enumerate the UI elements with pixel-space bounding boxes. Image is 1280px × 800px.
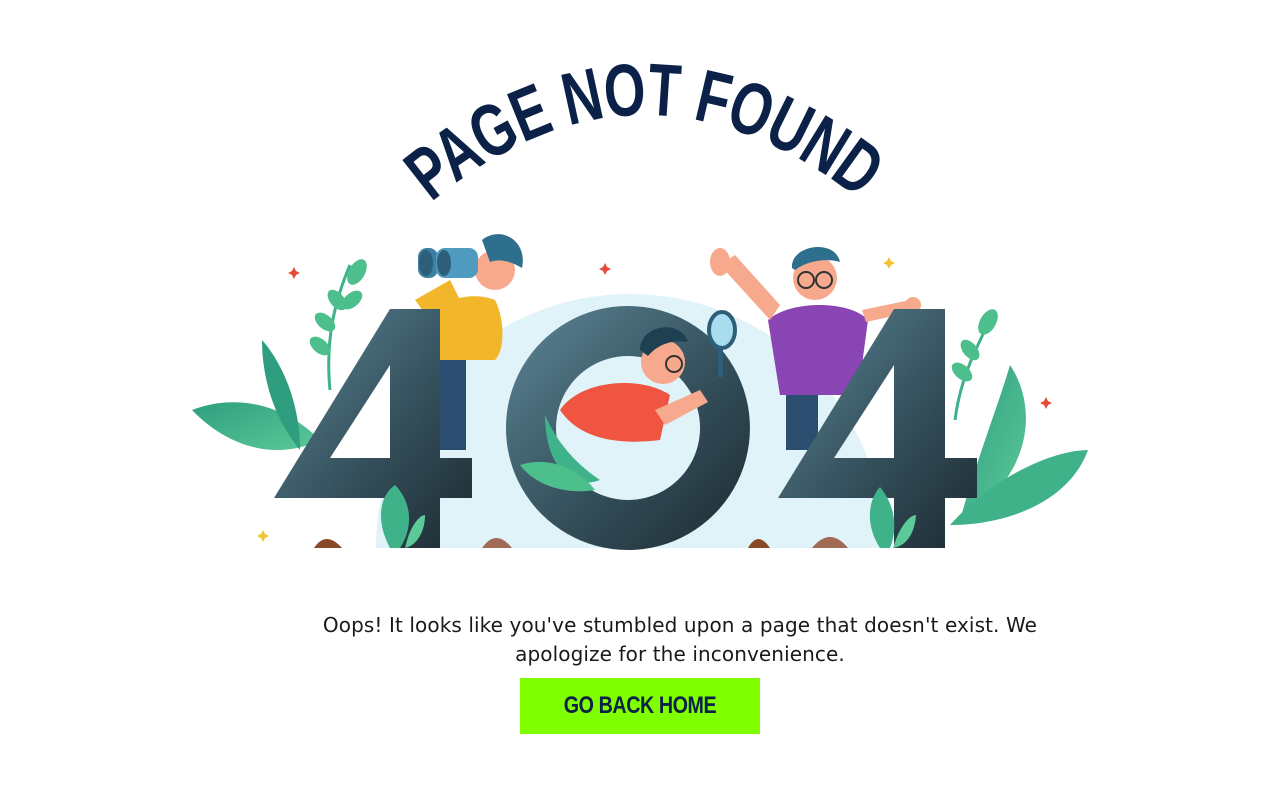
page-title: PAGE NOT FOUND [390,47,899,215]
binoculars-icon [418,248,478,278]
go-back-home-label: GO BACK HOME [563,692,717,719]
error-message: Oops! It looks like you've stumbled upon… [322,613,1038,666]
404-illustration: PAGE NOT FOUND [0,0,1280,560]
go-back-home-button[interactable]: GO BACK HOME [520,678,760,734]
not-found-page: PAGE NOT FOUND Oops! It looks like you'v… [0,0,1280,800]
